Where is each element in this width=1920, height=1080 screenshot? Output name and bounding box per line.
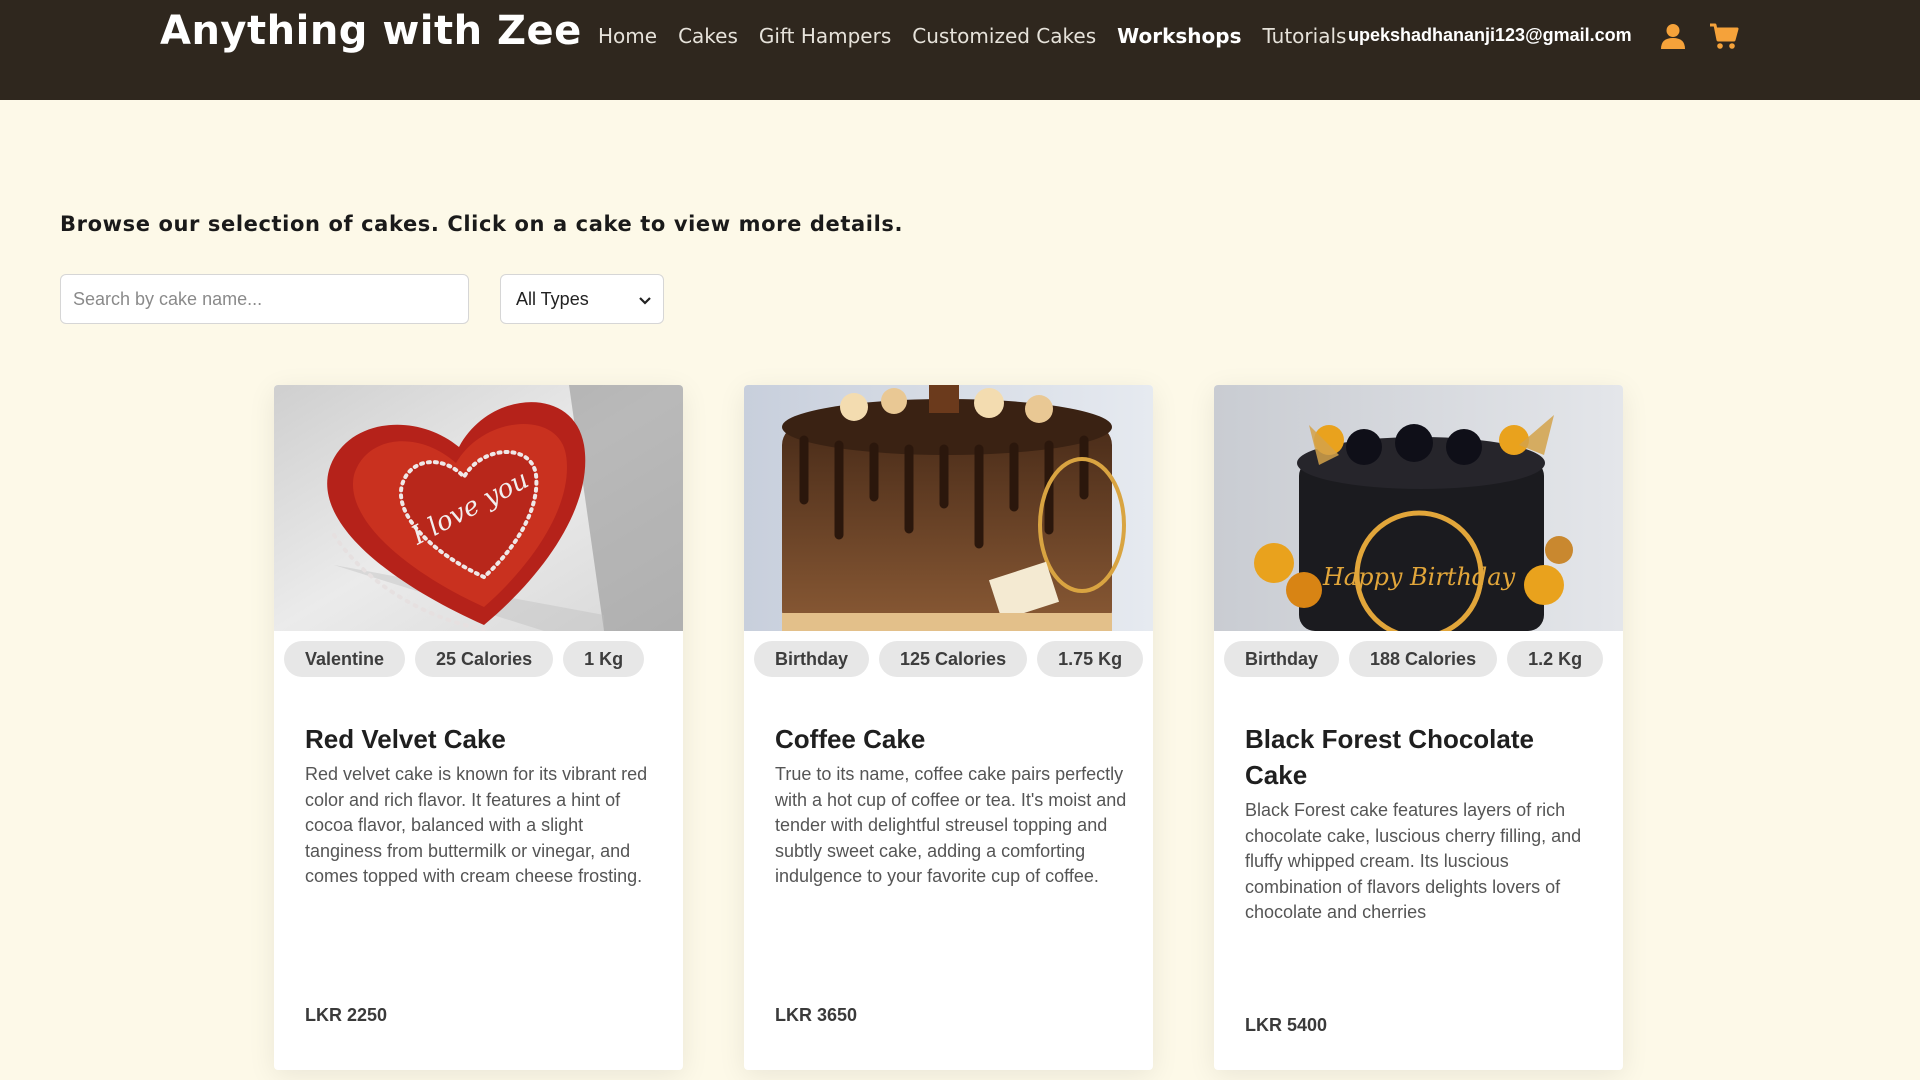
cake-price: LKR 5400 <box>1245 1015 1328 1035</box>
type-select-value: All Types <box>516 288 589 309</box>
tag-category: Birthday <box>1224 641 1340 677</box>
cake-card-coffee[interactable]: Birthday 125 Calories 1.75 Kg Coffee Cak… <box>744 385 1153 1070</box>
brand-logo[interactable]: Anything with Zee <box>160 8 582 54</box>
tag-category: Birthday <box>754 641 870 677</box>
user-icon[interactable] <box>1659 22 1687 50</box>
cake-title: Black Forest Chocolate Cake <box>1245 724 1534 790</box>
tag-list: Valentine 25 Calories 1 Kg <box>284 641 645 677</box>
tag-weight: 1 Kg <box>563 641 645 677</box>
cake-card-black-forest[interactable]: Happy Birthday Birthday 188 Calories 1.2… <box>1214 385 1623 1070</box>
tag-weight: 1.2 Kg <box>1507 641 1604 677</box>
cake-image-red-velvet[interactable]: I love you <box>274 385 683 631</box>
tag-list: Birthday 125 Calories 1.75 Kg <box>754 641 1144 677</box>
chevron-down-icon <box>639 289 651 310</box>
type-select[interactable]: All Types <box>500 274 664 324</box>
cake-description: Red velvet cake is known for its vibrant… <box>305 764 648 887</box>
tag-calories: 25 Calories <box>415 641 554 677</box>
tag-category: Valentine <box>284 641 406 677</box>
nav-links: Home Cakes Gift Hampers Customized Cakes… <box>598 24 1346 48</box>
cake-price: LKR 2250 <box>305 1005 388 1025</box>
cake-image-coffee[interactable] <box>744 385 1153 631</box>
tag-list: Birthday 188 Calories 1.2 Kg <box>1224 641 1604 677</box>
tag-calories: 125 Calories <box>879 641 1028 677</box>
cake-image-black-forest[interactable]: Happy Birthday <box>1214 385 1623 631</box>
nav-link-customized-cakes[interactable]: Customized Cakes <box>912 24 1096 48</box>
cart-icon[interactable] <box>1709 22 1739 50</box>
cake-description: Black Forest cake features layers of ric… <box>1245 800 1582 923</box>
cake-title: Red Velvet Cake <box>305 724 506 754</box>
search-input[interactable] <box>60 274 469 324</box>
cake-card-red-velvet[interactable]: I love you Valentine 25 Calories 1 Kg Re… <box>274 385 683 1070</box>
cake-title: Coffee Cake <box>775 724 926 754</box>
cake-price: LKR 3650 <box>775 1005 858 1025</box>
cake-description: True to its name, coffee cake pairs perf… <box>775 764 1127 887</box>
tag-calories: 188 Calories <box>1349 641 1498 677</box>
navbar: Anything with Zee Home Cakes Gift Hamper… <box>0 0 1920 100</box>
nav-link-workshops[interactable]: Workshops <box>1117 24 1241 48</box>
nav-link-tutorials[interactable]: Tutorials <box>1262 24 1346 48</box>
user-email: upekshadhananji123@gmail.com <box>1348 25 1632 45</box>
tag-weight: 1.75 Kg <box>1037 641 1144 677</box>
nav-link-home[interactable]: Home <box>598 24 657 48</box>
nav-link-gift-hampers[interactable]: Gift Hampers <box>759 24 891 48</box>
intro-text: Browse our selection of cakes. Click on … <box>60 212 904 236</box>
nav-link-cakes[interactable]: Cakes <box>678 24 738 48</box>
cake-topper-text: Happy Birthday <box>1322 563 1516 591</box>
